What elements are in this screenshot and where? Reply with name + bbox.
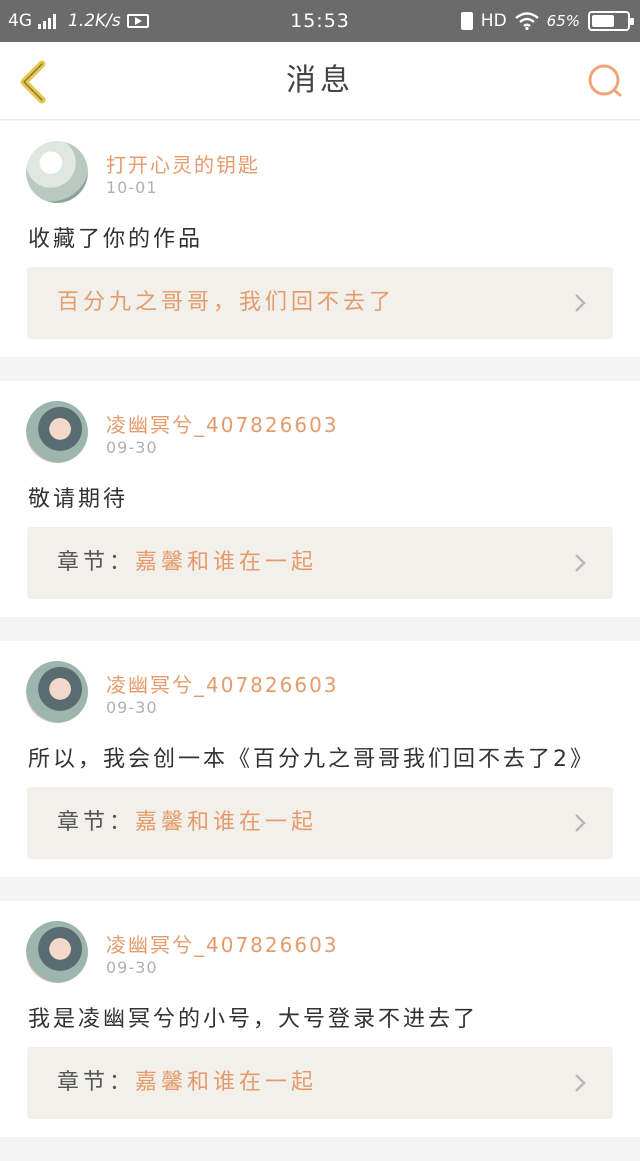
message-time: 09-30 — [106, 958, 158, 977]
message-text: 敬请期待 — [28, 487, 129, 512]
charging-icon — [460, 12, 473, 30]
message-text: 所以，我会创一本《百分九之哥哥我们回不去了2》 — [28, 747, 595, 772]
message-card: 凌幽冥兮_407826603 09-30 敬请期待 章节：嘉馨和谁在一起 — [0, 381, 640, 617]
message-user[interactable]: 凌幽冥兮_407826603 — [106, 929, 339, 958]
message-time: 09-30 — [106, 698, 158, 717]
reference-text: 章节：嘉馨和谁在一起 — [57, 1047, 317, 1119]
avatar[interactable] — [26, 921, 88, 983]
chevron-right-icon — [575, 294, 586, 312]
message-time: 09-30 — [106, 438, 158, 457]
reference-title: 嘉馨和谁在一起 — [135, 550, 318, 575]
message-text: 收藏了你的作品 — [28, 227, 204, 252]
reference-title: 嘉馨和谁在一起 — [135, 1070, 318, 1095]
reference-text: 百分九之哥哥，我们回不去了 — [57, 267, 395, 339]
message-text: 我是凌幽冥兮的小号，大号登录不进去了 — [28, 1007, 479, 1032]
reference-prefix: 章节： — [57, 810, 136, 835]
reference-link[interactable]: 百分九之哥哥，我们回不去了 — [27, 267, 613, 339]
message-card: 凌幽冥兮_407826603 09-30 所以，我会创一本《百分九之哥哥我们回不… — [0, 641, 640, 877]
reference-prefix: 章节： — [57, 550, 136, 575]
chevron-right-icon — [575, 554, 586, 572]
status-right: HD 65% — [460, 0, 634, 42]
reference-link[interactable]: 章节：嘉馨和谁在一起 — [27, 1047, 613, 1119]
message-card: 打开心灵的钥匙 10-01 收藏了你的作品 百分九之哥哥，我们回不去了 — [0, 121, 640, 357]
battery-icon — [588, 11, 634, 31]
battery-percent: 65% — [546, 12, 580, 30]
avatar[interactable] — [26, 401, 88, 463]
message-time: 10-01 — [106, 178, 158, 197]
page-title: 消息 — [286, 63, 354, 98]
wifi-icon — [514, 12, 539, 30]
avatar[interactable] — [26, 141, 88, 203]
reference-title: 嘉馨和谁在一起 — [135, 810, 318, 835]
message-user[interactable]: 打开心灵的钥匙 — [106, 149, 260, 178]
reference-title: 百分九之哥哥，我们回不去了 — [57, 290, 396, 315]
message-card: 凌幽冥兮_407826603 09-30 我是凌幽冥兮的小号，大号登录不进去了 … — [0, 901, 640, 1137]
app-header: 消息 — [0, 42, 640, 120]
reference-link[interactable]: 章节：嘉馨和谁在一起 — [27, 527, 613, 599]
search-icon[interactable] — [586, 62, 624, 100]
reference-text: 章节：嘉馨和谁在一起 — [57, 787, 317, 859]
avatar[interactable] — [26, 661, 88, 723]
reference-link[interactable]: 章节：嘉馨和谁在一起 — [27, 787, 613, 859]
chevron-right-icon — [575, 814, 586, 832]
battery-fill — [592, 15, 615, 27]
reference-text: 章节：嘉馨和谁在一起 — [57, 527, 317, 599]
reference-prefix: 章节： — [57, 1070, 136, 1095]
message-user[interactable]: 凌幽冥兮_407826603 — [106, 669, 339, 698]
message-list: 打开心灵的钥匙 10-01 收藏了你的作品 百分九之哥哥，我们回不去了 凌幽冥兮… — [0, 121, 640, 1161]
chevron-right-icon — [575, 1074, 586, 1092]
hd-label: HD — [480, 11, 507, 31]
status-bar: 4G 1.2K/s 15:53 HD 65% — [0, 0, 640, 42]
message-user[interactable]: 凌幽冥兮_407826603 — [106, 409, 339, 438]
